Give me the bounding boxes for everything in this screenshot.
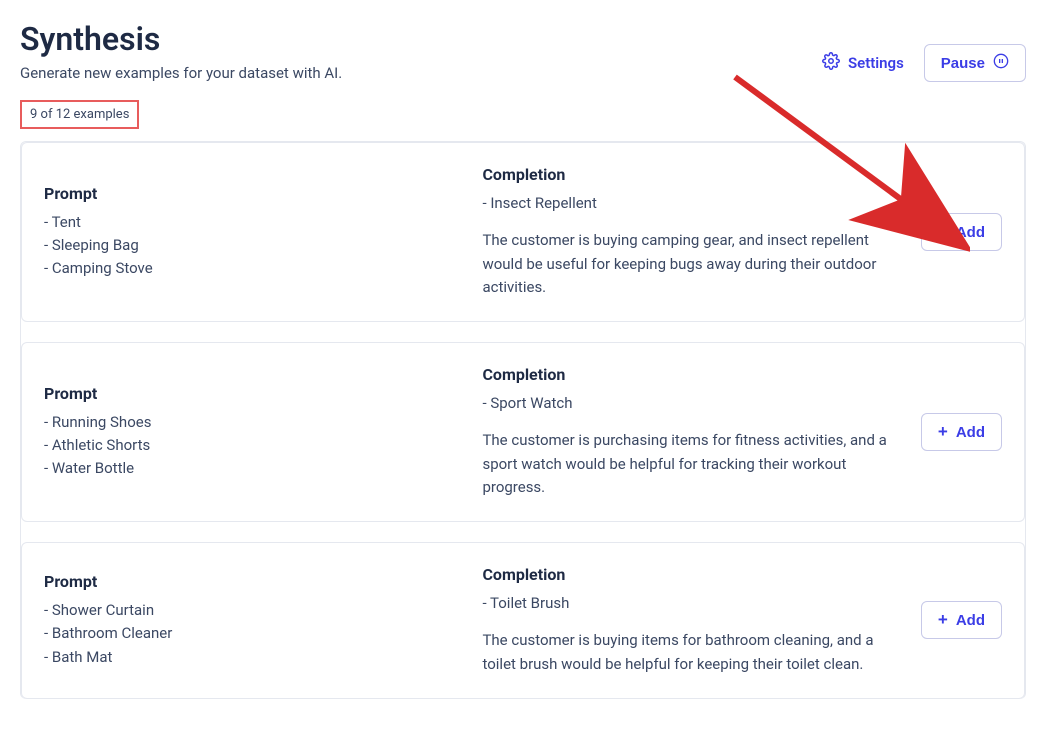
prompt-item: - Sleeping Bag [44,234,458,257]
add-label: Add [956,612,985,629]
completion-item: - Sport Watch [482,392,896,415]
completion-heading: Completion [482,365,896,384]
prompt-item: - Tent [44,211,458,234]
prompt-item: - Camping Stove [44,257,458,280]
add-button[interactable]: + Add [921,601,1002,639]
plus-icon: + [938,610,948,630]
prompt-item: - Shower Curtain [44,599,458,622]
prompt-item: - Running Shoes [44,411,458,434]
prompt-item: - Bathroom Cleaner [44,622,458,645]
add-button[interactable]: + Add [921,413,1002,451]
page-title: Synthesis [20,20,342,58]
example-card: Prompt- Running Shoes- Athletic Shorts- … [21,342,1025,522]
completion-description: The customer is purchasing items for fit… [482,429,896,499]
completion-description: The customer is buying items for bathroo… [482,629,896,676]
add-label: Add [956,424,985,441]
add-label: Add [956,224,985,241]
plus-icon: + [938,422,948,442]
pause-label: Pause [941,55,985,72]
examples-list: Prompt - Tent- Sleeping Bag- Camping Stov… [20,141,1026,699]
examples-counter: 9 of 12 examples [20,100,139,129]
plus-icon: + [938,222,948,242]
add-button[interactable]: + Add [921,213,1002,251]
example-card: Prompt - Shower Curtain- Bathroom Cleaner… [21,542,1025,699]
prompt-item: - Bath Mat [44,646,458,669]
settings-label: Settings [848,54,904,72]
prompt-item: - Water Bottle [44,457,458,480]
gear-icon [822,52,840,74]
settings-button[interactable]: Settings [822,52,904,74]
prompt-heading: Prompt [44,572,458,591]
example-card: Prompt - Tent- Sleeping Bag- Camping Stov… [21,142,1025,322]
pause-icon [993,53,1009,73]
prompt-heading: Prompt [44,384,458,403]
completion-description: The customer is buying camping gear, and… [482,229,896,299]
completion-heading: Completion [482,165,896,184]
pause-button[interactable]: Pause [924,44,1026,82]
prompt-item: - Athletic Shorts [44,434,458,457]
completion-heading: Completion [482,565,896,584]
completion-item: - Toilet Brush [482,592,896,615]
prompt-heading: Prompt [44,184,458,203]
completion-item: - Insect Repellent [482,192,896,215]
page-subtitle: Generate new examples for your dataset w… [20,64,342,82]
